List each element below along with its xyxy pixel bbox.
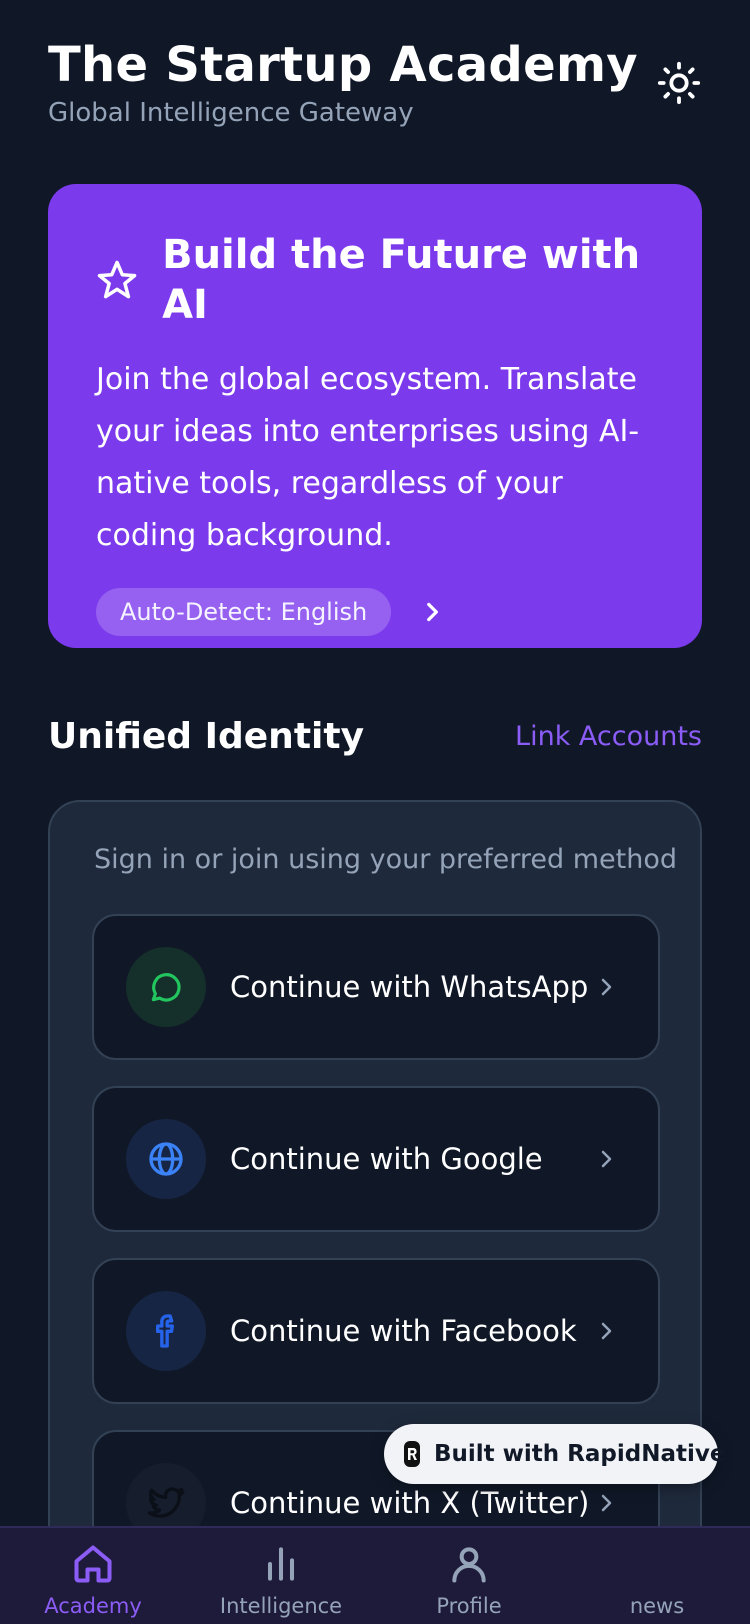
home-icon	[74, 1545, 112, 1583]
section-title: Unified Identity	[48, 716, 365, 757]
method-label: Continue with Google	[230, 1142, 543, 1176]
tab-profile[interactable]: Profile	[394, 1542, 544, 1618]
hero-card: Build the Future with AI Join the global…	[48, 184, 702, 648]
chevron-right-icon	[594, 975, 618, 999]
theme-toggle-button[interactable]	[656, 60, 702, 106]
tab-label: news	[629, 1594, 685, 1618]
method-label: Continue with Facebook	[230, 1314, 577, 1348]
bar-chart-icon	[267, 1547, 295, 1581]
chevron-right-icon	[594, 1491, 618, 1515]
whatsapp-login-button[interactable]: Continue with WhatsApp	[92, 914, 660, 1060]
tab-news[interactable]: news	[582, 1542, 732, 1618]
app-title: The Startup Academy	[48, 37, 638, 93]
header: The Startup Academy Global Intelligence …	[48, 36, 702, 130]
app-screen: The Startup Academy Global Intelligence …	[0, 0, 750, 1624]
link-accounts-link[interactable]: Link Accounts	[515, 721, 702, 752]
tab-label: Academy	[44, 1594, 142, 1618]
tab-intelligence[interactable]: Intelligence	[206, 1542, 356, 1618]
built-with-badge[interactable]: Built with RapidNative	[384, 1424, 725, 1484]
identity-card: Sign in or join using your preferred met…	[48, 800, 702, 1624]
globe-icon	[126, 1119, 206, 1199]
tab-academy[interactable]: Academy	[18, 1542, 168, 1618]
user-icon	[452, 1547, 486, 1583]
rapidnative-logo-icon	[404, 1441, 420, 1467]
identity-section-header: Unified Identity Link Accounts	[48, 716, 702, 757]
google-login-button[interactable]: Continue with Google	[92, 1086, 660, 1232]
chevron-right-icon[interactable]	[419, 599, 445, 625]
sun-icon	[657, 61, 701, 105]
hero-description: Join the global ecosystem. Translate you…	[96, 362, 640, 553]
hero-title: Build the Future with AI	[162, 232, 641, 328]
language-pill[interactable]: Auto-Detect: English	[96, 588, 392, 636]
tab-label: Intelligence	[219, 1594, 343, 1618]
method-label: Continue with WhatsApp	[230, 970, 589, 1004]
method-label: Continue with X (Twitter)	[230, 1486, 590, 1520]
facebook-icon	[126, 1291, 206, 1371]
app-subtitle: Global Intelligence Gateway	[48, 98, 414, 128]
news-icon	[635, 1542, 679, 1586]
chevron-right-icon	[594, 1319, 618, 1343]
tab-label: Profile	[436, 1594, 502, 1618]
chevron-right-icon	[594, 1147, 618, 1171]
whatsapp-icon	[126, 947, 206, 1027]
facebook-login-button[interactable]: Continue with Facebook	[92, 1258, 660, 1404]
star-icon	[97, 260, 137, 299]
identity-hint: Sign in or join using your preferred met…	[94, 844, 678, 875]
bottom-tab-bar: Academy Intelligence Profile news	[0, 1526, 750, 1624]
badge-text: Built with RapidNative	[434, 1441, 726, 1467]
